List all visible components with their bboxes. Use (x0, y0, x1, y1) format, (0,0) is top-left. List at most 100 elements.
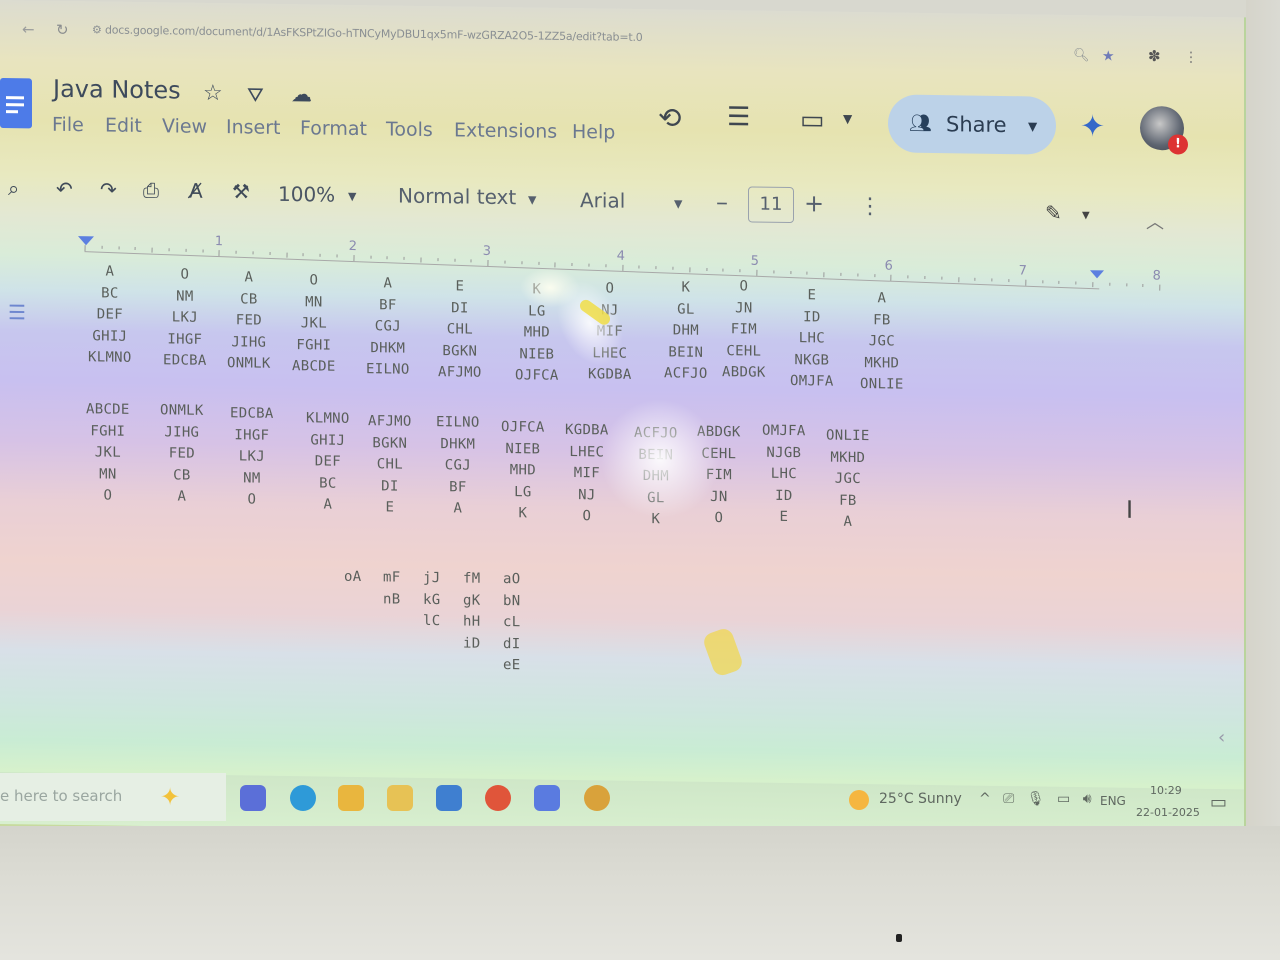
menu-edit[interactable]: Edit (105, 114, 142, 137)
share-caret-icon[interactable]: ▼ (1028, 119, 1037, 133)
font-size-decrease-button[interactable]: – (716, 188, 728, 216)
clock-date[interactable]: 22-01-2025 (1136, 806, 1200, 819)
site-info-icon[interactable]: ⚙ (92, 23, 105, 36)
menu-help[interactable]: Help (572, 121, 615, 144)
pattern-block: ABCDE FGHI JKL MN O (86, 399, 130, 507)
paint-format-icon[interactable]: ⚒ (232, 179, 250, 203)
outlook-icon[interactable] (436, 785, 462, 811)
pattern-block: O MN JKL FGHI ABCDE (292, 270, 336, 378)
pattern-line: O (247, 491, 257, 508)
menu-insert[interactable]: Insert (226, 116, 281, 139)
comment-icon[interactable]: ☰ (727, 102, 750, 132)
pattern-line: GHIJ (92, 327, 128, 345)
extensions-icon[interactable]: ✽ (1148, 47, 1161, 65)
ruler-number: 7 (1018, 263, 1028, 279)
chrome-icon[interactable] (584, 785, 610, 811)
reload-icon[interactable]: ↻ (56, 21, 69, 39)
pattern-line: A (453, 500, 463, 517)
copilot-icon[interactable] (240, 785, 266, 811)
meet-icon[interactable]: ▭ (800, 105, 825, 135)
search-icon[interactable]: ⌕ (8, 176, 19, 200)
ruler-tick (672, 266, 674, 270)
zoom-select[interactable]: 100% (278, 182, 335, 207)
pattern-block: aO bN cL dI eE (503, 569, 520, 677)
pattern-line: A (177, 488, 187, 505)
menu-format[interactable]: Format (300, 117, 367, 140)
ruler-tick (857, 273, 859, 277)
spellcheck-icon[interactable]: A̸ (189, 179, 203, 203)
print-icon[interactable]: ⎙ (143, 178, 159, 202)
browser-menu-icon[interactable]: ⋮ (1184, 50, 1198, 66)
redo-icon[interactable]: ↷ (100, 177, 117, 201)
move-icon[interactable]: ⛛ (247, 82, 264, 106)
font-caret-icon[interactable]: ▼ (674, 197, 682, 210)
undo-icon[interactable]: ↶ (56, 177, 73, 201)
zoom-caret-icon[interactable]: ▼ (348, 190, 356, 203)
file-explorer-icon[interactable] (338, 785, 364, 811)
store-icon[interactable] (387, 785, 413, 811)
meet-caret-icon[interactable]: ▼ (843, 112, 852, 126)
ruler-tick (319, 253, 321, 257)
pattern-line: LHC (798, 330, 825, 347)
pattern-line: CEHL (726, 342, 762, 360)
star-icon[interactable]: ☆ (203, 81, 223, 106)
ruler-tick (269, 251, 271, 255)
style-select[interactable]: Normal text (398, 184, 516, 210)
pattern-line: AFJMO (438, 364, 482, 381)
docs-logo-icon[interactable] (0, 78, 32, 129)
zoom-icon[interactable]: 🔍︎ (1073, 48, 1090, 63)
style-caret-icon[interactable]: ▼ (528, 193, 536, 206)
pattern-line: DI (381, 477, 399, 495)
notification-icon[interactable]: ▭ (1210, 792, 1227, 813)
pattern-line: BGKN (442, 342, 478, 360)
scroll-indicator-icon[interactable]: ‹ (1218, 727, 1225, 748)
more-options-icon[interactable]: ⋮ (859, 194, 881, 219)
pencil-icon[interactable]: ✎ (1045, 201, 1062, 225)
pattern-line: BF (449, 478, 467, 496)
font-select[interactable]: Arial (580, 188, 625, 213)
pattern-line: EDCBA (163, 352, 207, 369)
document-title[interactable]: Java Notes (53, 75, 181, 105)
cloud-icon[interactable]: ☁︎ (291, 82, 312, 106)
pattern-line: gK (463, 591, 481, 609)
font-size-input[interactable]: 11 (748, 186, 794, 224)
pattern-line: dI (503, 635, 521, 652)
menu-file[interactable]: File (52, 114, 84, 136)
zoom-app-icon[interactable] (534, 785, 560, 811)
bookmark-icon[interactable]: ★ (1102, 48, 1115, 64)
history-icon[interactable]: ⟲ (658, 101, 681, 134)
ruler-tick (487, 259, 489, 266)
outline-icon[interactable]: ☰ (8, 300, 26, 324)
wps-icon[interactable] (485, 785, 511, 811)
ruler-tick (739, 269, 741, 273)
menu-view[interactable]: View (162, 115, 207, 138)
left-indent-marker[interactable] (78, 236, 94, 246)
language-indicator[interactable]: ENG (1100, 794, 1126, 808)
pattern-line: JKL (300, 315, 327, 332)
menu-tools[interactable]: Tools (386, 118, 433, 141)
pattern-line: LKJ (238, 448, 265, 465)
ruler-tick (806, 271, 808, 275)
address-bar[interactable]: ⚙ docs.google.com/document/d/1AsFKSPtZIG… (92, 23, 643, 44)
document-body[interactable]: A BC DEF GHIJ KLMNO O NM LKJ IHGF EDCBA A CB FED JIHG… (0, 0, 1244, 673)
font-size-increase-button[interactable]: + (804, 189, 824, 217)
edge-icon[interactable] (290, 785, 316, 811)
clock-time[interactable]: 10:29 (1150, 784, 1182, 797)
edit-mode-caret-icon[interactable]: ▼ (1082, 210, 1090, 221)
ruler-tick (1125, 283, 1127, 287)
back-icon[interactable]: ← (22, 20, 35, 38)
weather-sun-icon[interactable] (849, 790, 869, 810)
pattern-block: OJFCA NIEB MHD LG K (501, 417, 545, 525)
pattern-line: ONMLK (160, 402, 204, 419)
right-indent-marker[interactable] (1090, 270, 1104, 279)
weather-text[interactable]: 25°C Sunny (879, 791, 962, 807)
collapse-toolbar-icon[interactable]: ︿ (1146, 208, 1164, 234)
system-tray-icons[interactable]: ^ ⎚ 🎙︎ ▭ 🔊︎ (979, 791, 1096, 807)
pattern-block: E ID LHC NKGB OMJFA (790, 285, 834, 393)
gemini-icon[interactable]: ✦ (1080, 109, 1105, 144)
pattern-line: BC (101, 284, 119, 302)
menu-extensions[interactable]: Extensions (454, 119, 557, 142)
pattern-line: KLMNO (88, 349, 132, 366)
pattern-line: EILNO (366, 361, 410, 378)
ruler-tick (538, 261, 540, 265)
